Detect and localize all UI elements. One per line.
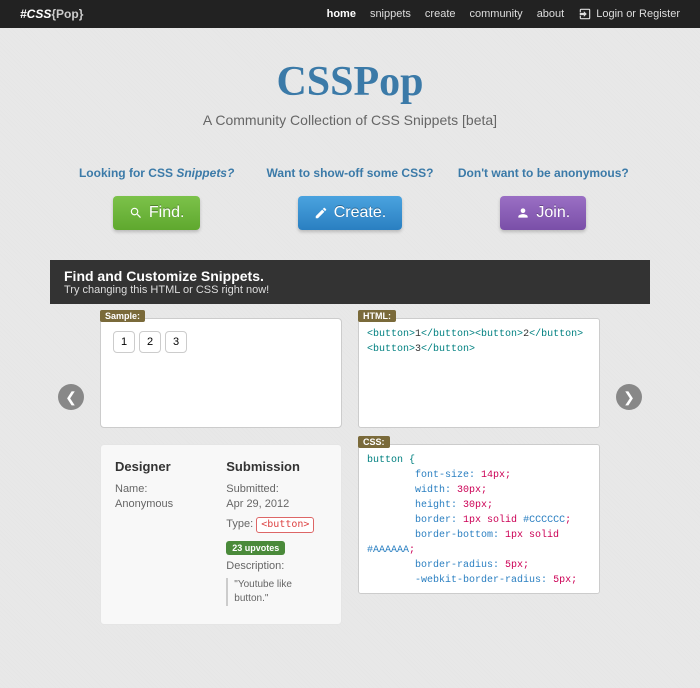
prev-arrow[interactable]: ❮ <box>58 384 84 410</box>
sample-button-3[interactable]: 3 <box>165 331 187 353</box>
find-question: Looking for CSS Snippets? <box>67 166 247 180</box>
sample-button-2[interactable]: 2 <box>139 331 161 353</box>
css-tag: CSS: <box>358 436 390 448</box>
designer-heading: Designer <box>115 459 206 474</box>
section-title: Find and Customize Snippets. <box>64 268 636 284</box>
sample-button-1[interactable]: 1 <box>113 331 135 353</box>
description-quote: "Youtube like button." <box>226 578 327 606</box>
css-editor[interactable]: button { font-size: 14px; width: 30px; h… <box>358 444 600 594</box>
user-icon <box>516 206 530 220</box>
snippet-info: Designer Name: Anonymous Submission Subm… <box>100 444 342 625</box>
sample-preview: 1 2 3 <box>100 318 342 428</box>
nav-home[interactable]: home <box>327 8 356 20</box>
brand-title: CSSPop <box>0 58 700 106</box>
join-button[interactable]: Join. <box>500 196 586 230</box>
html-tag: HTML: <box>358 310 396 322</box>
login-icon <box>578 7 592 21</box>
create-button[interactable]: Create. <box>298 196 402 230</box>
search-icon <box>129 206 143 220</box>
create-question: Want to show-off some CSS? <box>260 166 440 180</box>
submission-heading: Submission <box>226 459 327 474</box>
find-button[interactable]: Find. <box>113 196 201 230</box>
next-arrow[interactable]: ❯ <box>616 384 642 410</box>
designer-name: Name: Anonymous <box>115 482 206 513</box>
html-editor[interactable]: <button>1</button><button>2</button><but… <box>358 318 600 428</box>
site-logo[interactable]: #CSS{Pop} <box>20 7 83 21</box>
login-link[interactable]: Login or Register <box>578 7 680 21</box>
section-subtitle: Try changing this HTML or CSS right now! <box>64 284 636 296</box>
sample-tag: Sample: <box>100 310 145 322</box>
nav-community[interactable]: community <box>470 8 523 20</box>
join-question: Don't want to be anonymous? <box>453 166 633 180</box>
section-header: Find and Customize Snippets. Try changin… <box>50 260 650 304</box>
nav-snippets[interactable]: snippets <box>370 8 411 20</box>
pencil-icon <box>314 206 328 220</box>
nav-about[interactable]: about <box>537 8 565 20</box>
upvote-badge[interactable]: 23 upvotes <box>226 541 285 555</box>
nav-create[interactable]: create <box>425 8 456 20</box>
tagline: A Community Collection of CSS Snippets [… <box>0 112 700 128</box>
type-chip: <button> <box>256 517 314 533</box>
